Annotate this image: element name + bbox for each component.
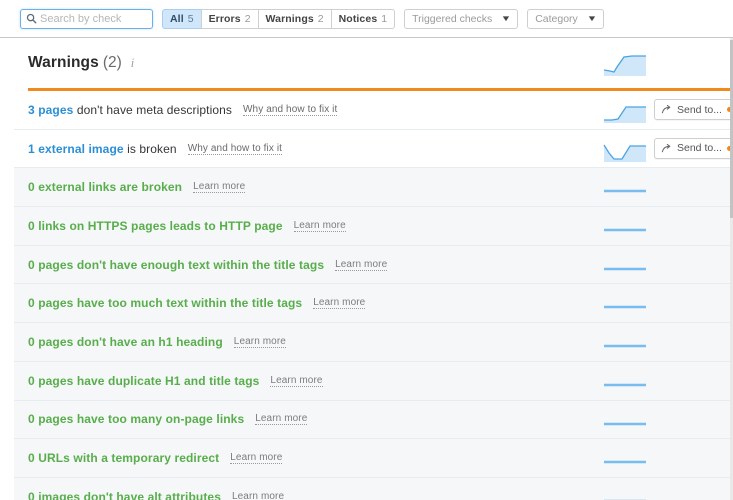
send-to-label: Send to... — [677, 142, 722, 155]
check-row-sparkline — [604, 190, 646, 193]
warnings-section-header: Warnings (2) i — [14, 38, 733, 88]
check-row-sparkline — [604, 344, 646, 348]
warnings-panel: Warnings (2) i 3 pages don't have meta d… — [14, 38, 733, 500]
check-row-sparkline — [604, 460, 646, 464]
check-row: 0 pages don't have an h1 heading Learn mo… — [14, 323, 733, 362]
search-icon — [26, 13, 40, 24]
check-row-count: 0 — [28, 296, 35, 311]
check-row-text: 0 pages don't have enough text within th… — [28, 257, 325, 272]
send-to-label: Send to... — [677, 103, 722, 116]
check-row-sparkline — [604, 499, 646, 500]
check-row-count: 0 — [28, 257, 35, 272]
check-row-help-link[interactable]: Learn more — [233, 336, 286, 348]
category-dropdown[interactable]: Category ▼ — [527, 8, 604, 29]
tab-errors-count: 2 — [244, 12, 251, 25]
check-row-text: 0 external links are broken — [28, 180, 183, 195]
check-row: 0 links on HTTPS pages leads to HTTP pag… — [14, 207, 733, 246]
search-input[interactable] — [40, 12, 144, 25]
tab-warnings-label: Warnings — [265, 12, 314, 25]
check-row-sparkline — [604, 383, 646, 387]
check-row-text: 0 images don't have alt attributes — [28, 490, 221, 500]
check-row: 0 URLs with a temporary redirect Learn mo… — [14, 439, 733, 478]
tab-errors[interactable]: Errors 2 — [200, 8, 258, 29]
check-row-text: 0 links on HTTPS pages leads to HTTP pag… — [28, 218, 283, 233]
left-gutter — [0, 38, 14, 500]
check-row-count: 0 — [28, 180, 35, 195]
check-row-count: 0 — [28, 412, 35, 427]
check-row-count[interactable]: 3 pages — [28, 103, 73, 117]
filter-toolbar: All 5 Errors 2 Warnings 2 Notices 1 Trig… — [0, 0, 733, 38]
triggered-checks-label: Triggered checks — [412, 12, 493, 25]
check-row-text: 0 URLs with a temporary redirect — [28, 451, 220, 466]
tab-all[interactable]: All 5 — [162, 8, 201, 29]
check-row-help-link[interactable]: Learn more — [232, 491, 284, 500]
check-row-help-link[interactable]: Why and how to fix it — [243, 104, 338, 116]
triggered-checks-dropdown[interactable]: Triggered checks ▼ — [404, 8, 519, 29]
check-row: 0 pages have too much text within the ti… — [14, 284, 733, 324]
check-row-sparkline — [603, 144, 646, 162]
check-row: 0 images don't have alt attributes Learn … — [14, 477, 733, 500]
check-row-text: 0 pages have too much text within the ti… — [28, 296, 303, 311]
status-filter-group: All 5 Errors 2 Warnings 2 Notices 1 — [162, 8, 396, 29]
check-row-help-link[interactable]: Learn more — [255, 413, 308, 426]
check-row-sparkline — [604, 422, 646, 425]
check-row-help-link[interactable]: Why and how to fix it — [187, 143, 283, 155]
check-row-text: 0 pages have duplicate H1 and title tags — [28, 373, 260, 388]
check-row-sparkline — [604, 228, 646, 232]
check-row: 0 pages have duplicate H1 and title tags… — [14, 361, 733, 401]
check-row-help-link[interactable]: Learn more — [270, 375, 323, 387]
check-row: 0 external links are broken Learn more — [14, 168, 733, 208]
check-row-help-link[interactable]: Learn more — [230, 452, 283, 465]
send-to-button[interactable]: Send to... — [654, 137, 733, 159]
page-body: Warnings (2) i 3 pages don't have meta d… — [0, 38, 733, 500]
check-row-count: 0 — [28, 334, 35, 349]
check-row-help-link[interactable]: Learn more — [293, 220, 346, 232]
page-title: Warnings — [28, 54, 99, 71]
check-row-count: 0 — [28, 489, 35, 500]
tab-notices-count: 1 — [381, 12, 388, 25]
info-icon[interactable]: i — [131, 56, 134, 71]
check-row-text: 1 external image is broken — [28, 141, 177, 156]
share-arrow-icon — [661, 143, 672, 154]
send-to-button[interactable]: Send to... — [654, 99, 733, 120]
check-row-count: 0 — [28, 218, 35, 233]
check-row-actions: Send to... — [654, 137, 733, 159]
tab-all-count: 5 — [187, 12, 194, 25]
check-row-count[interactable]: 1 external image — [28, 142, 124, 156]
tab-notices-label: Notices — [338, 12, 378, 25]
chevron-down-icon: ▼ — [586, 13, 598, 23]
check-row-count: 0 — [28, 451, 35, 466]
chevron-down-icon: ▼ — [500, 13, 512, 23]
tab-warnings-count: 2 — [317, 12, 324, 25]
tab-notices[interactable]: Notices 1 — [330, 8, 396, 29]
category-label: Category — [535, 12, 578, 25]
check-row-sparkline — [604, 106, 646, 123]
tab-all-label: All — [170, 12, 184, 25]
share-arrow-icon — [661, 104, 672, 115]
check-row: 0 pages don't have enough text within th… — [14, 245, 733, 285]
check-row-help-link[interactable]: Learn more — [335, 259, 388, 271]
tab-errors-label: Errors — [208, 12, 241, 25]
search-box[interactable] — [20, 8, 153, 29]
check-row-text: 3 pages don't have meta descriptions — [28, 102, 233, 117]
warnings-count: (2) — [102, 54, 122, 71]
checks-list: 3 pages don't have meta descriptions Why … — [14, 91, 733, 500]
check-row-actions: Send to... — [654, 99, 733, 120]
section-sparkline — [603, 55, 646, 76]
check-row-text: 0 pages don't have an h1 heading — [28, 334, 223, 349]
check-row: 0 pages have too many on-page links Learn… — [14, 400, 733, 440]
check-row-sparkline — [604, 306, 646, 309]
check-row-text: 0 pages have too many on-page links — [28, 412, 245, 427]
tab-warnings[interactable]: Warnings 2 — [257, 8, 331, 29]
check-row-help-link[interactable]: Learn more — [313, 297, 366, 310]
check-row-sparkline — [604, 267, 646, 270]
check-row-help-link[interactable]: Learn more — [193, 181, 246, 194]
check-row-count: 0 — [28, 373, 35, 388]
check-row: 1 external image is broken Why and how to… — [14, 129, 733, 169]
check-row: 3 pages don't have meta descriptions Why … — [14, 91, 733, 130]
